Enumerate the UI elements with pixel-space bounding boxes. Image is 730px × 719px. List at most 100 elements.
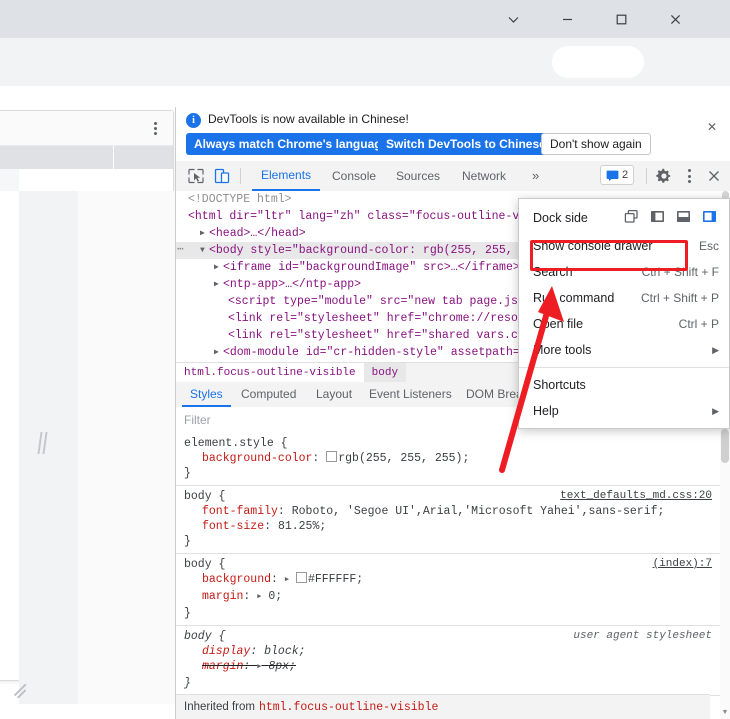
style-rule-body-index[interactable]: (index):7 body { background: ▶ #FFFFFF; … (176, 554, 720, 626)
styles-scrollbar[interactable]: ▲ ▼ (720, 407, 730, 719)
left-panel-kebab-icon[interactable] (147, 119, 163, 137)
declaration[interactable]: display: block; (176, 644, 720, 659)
menu-item-shortcuts[interactable]: Shortcuts (519, 372, 729, 398)
rule-close-brace: } (184, 677, 191, 690)
declaration-property[interactable]: display (202, 645, 250, 658)
declaration-overridden[interactable]: margin: ▶ 8px; (176, 659, 720, 676)
declaration-colon: : (250, 645, 265, 658)
tab-computed[interactable]: Computed (233, 382, 304, 406)
window-resize-grip-icon[interactable] (12, 678, 30, 699)
devtools-options-context-menu: Dock side Show console drawer Esc Search… (518, 198, 730, 429)
devtools-more-options-kebab-icon[interactable] (681, 166, 697, 186)
style-rule-body-text-defaults[interactable]: text_defaults_md.css:20 body { font-fami… (176, 486, 720, 554)
expand-triangle-icon[interactable]: ▶ (285, 573, 289, 588)
expand-triangle-icon[interactable]: ▶ (257, 660, 261, 675)
declaration-colon: : (271, 573, 285, 586)
window-chevron-down-button[interactable] (490, 0, 536, 38)
scroll-down-arrow-icon[interactable]: ▼ (721, 709, 729, 716)
expand-triangle-icon[interactable]: ▶ (214, 344, 223, 361)
rule-origin-link[interactable]: text_defaults_md.css:20 (560, 489, 712, 504)
declaration[interactable]: font-size: 81.25%; (176, 519, 720, 534)
dock-to-right-icon[interactable] (702, 209, 717, 227)
scrollbar-thumb[interactable] (721, 429, 729, 463)
inherited-selector[interactable]: html.focus-outline-visible (259, 701, 438, 714)
declaration-value[interactable]: Roboto, 'Segoe UI',Arial,'Microsoft Yahe… (292, 505, 658, 518)
menu-item-more-tools[interactable]: More tools ▶ (519, 337, 729, 363)
dock-to-left-icon[interactable] (650, 209, 665, 227)
rule-selector[interactable]: body { (176, 557, 720, 572)
dont-show-again-button[interactable]: Don't show again (541, 133, 651, 155)
window-close-button[interactable] (652, 0, 698, 38)
filter-input[interactable]: Filter (184, 411, 484, 429)
tab-event-listeners[interactable]: Event Listeners (361, 382, 460, 406)
tab-network[interactable]: Network (453, 161, 515, 190)
declaration-property[interactable]: font-family (202, 505, 278, 518)
console-message-count-badge[interactable]: 2 (600, 165, 635, 185)
settings-gear-icon[interactable] (655, 167, 673, 185)
expand-triangle-icon[interactable]: ▶ (214, 259, 223, 276)
declaration-value[interactable]: rgb(255, 255, 255) (338, 452, 462, 465)
declaration-value[interactable]: 8px (268, 660, 289, 673)
panel-resize-handle[interactable] (36, 429, 48, 457)
declaration-property[interactable]: margin (202, 590, 243, 603)
menu-item-help[interactable]: Help ▶ (519, 398, 729, 424)
declaration[interactable]: margin: ▶ 0; (176, 589, 720, 606)
menu-item-show-console-drawer[interactable]: Show console drawer Esc (519, 233, 729, 259)
menu-item-search[interactable]: Search Ctrl + Shift + F (519, 259, 729, 285)
declaration-property[interactable]: font-size (202, 520, 264, 533)
menu-item-open-file[interactable]: Open file Ctrl + P (519, 311, 729, 337)
expand-triangle-icon[interactable]: ▶ (257, 590, 261, 605)
tab-sources[interactable]: Sources (387, 161, 449, 190)
expand-triangle-icon[interactable]: ▶ (214, 276, 223, 293)
tab-elements[interactable]: Elements (252, 161, 321, 191)
declaration-value[interactable]: 81.25% (278, 520, 319, 533)
declaration[interactable]: background-color: rgb(255, 255, 255); (176, 451, 720, 466)
breadcrumb-item-html[interactable]: html.focus-outline-visible (176, 363, 364, 383)
omnibox-right-segment[interactable] (552, 46, 644, 78)
devtools-language-notification: i DevTools is now available in Chinese! … (176, 107, 730, 162)
window-minimize-button[interactable] (544, 0, 590, 38)
dom-line-text: <script type="module" src="new tab page.… (228, 295, 546, 308)
menu-item-run-command[interactable]: Run command Ctrl + Shift + P (519, 285, 729, 311)
color-swatch[interactable] (326, 451, 338, 462)
declaration[interactable]: font-family: Roboto, 'Segoe UI',Arial,'M… (176, 504, 720, 519)
collapse-triangle-icon[interactable]: ▼ (200, 242, 209, 259)
tabs-overflow-icon[interactable]: » (526, 161, 545, 190)
tab-styles[interactable]: Styles (182, 382, 231, 407)
dom-badge-dots-icon[interactable]: ⋯ (177, 242, 184, 259)
style-rule-element-style[interactable]: element.style { background-color: rgb(25… (176, 433, 720, 486)
breadcrumb-item-body[interactable]: body (363, 363, 407, 383)
rule-origin-link[interactable]: (index):7 (653, 557, 712, 572)
color-swatch[interactable] (295, 572, 307, 583)
window-maximize-button[interactable] (598, 0, 644, 38)
declaration-value[interactable]: block (264, 645, 299, 658)
always-match-language-button[interactable]: Always match Chrome's language (186, 133, 397, 155)
dock-to-bottom-icon[interactable] (676, 209, 691, 227)
dom-line-text: <iframe id="backgroundImage" src>…</ifra… (223, 261, 520, 274)
device-toolbar-icon[interactable] (212, 166, 232, 186)
left-panel-header (0, 111, 173, 146)
rule-selector[interactable]: element.style { (176, 436, 720, 451)
inherited-label: Inherited from (184, 701, 255, 713)
inherited-from-section: Inherited from html.focus-outline-visibl… (176, 694, 710, 719)
declaration-property[interactable]: background-color (202, 452, 312, 465)
tab-console[interactable]: Console (323, 161, 385, 190)
declaration-property[interactable]: margin (202, 660, 243, 673)
inspect-element-icon[interactable] (186, 166, 206, 186)
declaration-value[interactable]: #FFFFFF (308, 573, 356, 586)
tab-layout[interactable]: Layout (308, 382, 360, 406)
dom-line-text: <dom-module id="cr-hidden-style" assetpa… (223, 346, 541, 359)
dom-line-text: <html dir="ltr" lang="zh" class="focus-o… (188, 210, 534, 223)
undock-into-separate-window-icon[interactable] (624, 209, 639, 227)
dom-line-text: <body style="background-color: rgb(255, … (209, 244, 541, 257)
close-devtools-icon[interactable] (705, 167, 723, 185)
left-panel-inner-column (19, 191, 78, 704)
switch-devtools-language-button[interactable]: Switch DevTools to Chinese (378, 133, 554, 155)
declaration[interactable]: background: ▶ #FFFFFF; (176, 572, 720, 589)
close-icon[interactable]: ✕ (704, 119, 720, 135)
expand-triangle-icon[interactable]: ▶ (200, 225, 209, 242)
menu-separator (519, 367, 729, 368)
style-rule-body-user-agent[interactable]: user agent stylesheet body { display: bl… (176, 626, 720, 696)
declaration-property[interactable]: background (202, 573, 271, 586)
dom-line-text: <head>…</head> (209, 227, 306, 240)
